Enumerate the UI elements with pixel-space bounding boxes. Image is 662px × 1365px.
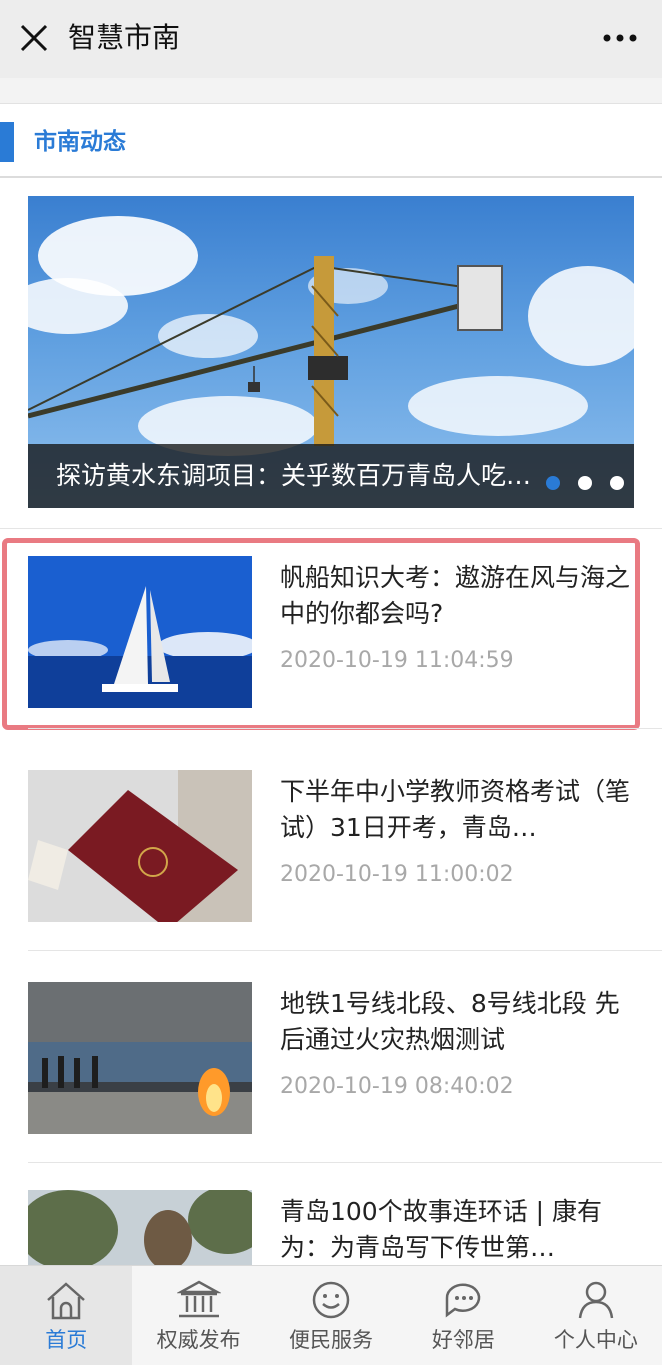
- banner-caption: 探访黄水东调项目：关乎数百万青岛人吃…: [56, 461, 532, 490]
- tab-profile[interactable]: 个人中心: [530, 1266, 662, 1365]
- tab-services[interactable]: 便民服务: [265, 1266, 397, 1365]
- page-title: 智慧市南: [68, 21, 181, 54]
- tab-label: 便民服务: [289, 1328, 374, 1352]
- carousel-dots: [546, 476, 624, 490]
- news-item[interactable]: 下半年中小学教师资格考试（笔试）31日开考，青岛… 2020-10-19 11:…: [0, 728, 662, 960]
- news-item[interactable]: 地铁1号线北段、8号线北段 先后通过火灾热烟测试 2020-10-19 08:4…: [0, 950, 662, 1172]
- tab-label: 权威发布: [156, 1328, 241, 1352]
- news-title[interactable]: 青岛100个故事连环话 | 康有为：为青岛写下传世第…: [280, 1194, 640, 1266]
- news-time: 2020-10-19 08:40:02: [280, 1074, 514, 1099]
- chat-icon: [446, 1283, 481, 1318]
- banner-carousel[interactable]: 探访黄水东调项目：关乎数百万青岛人吃…: [28, 196, 634, 508]
- section-title: 市南动态: [34, 129, 126, 155]
- tab-label: 好邻居: [431, 1328, 495, 1352]
- carousel-dot[interactable]: [578, 476, 592, 490]
- selection-highlight: [2, 538, 640, 730]
- tab-announcements[interactable]: 权威发布: [132, 1266, 264, 1365]
- news-title[interactable]: 地铁1号线北段、8号线北段 先后通过火灾热烟测试: [280, 986, 640, 1058]
- divider: [0, 528, 662, 529]
- news-title[interactable]: 下半年中小学教师资格考试（笔试）31日开考，青岛…: [280, 774, 640, 846]
- smile-icon: [312, 1281, 350, 1319]
- tab-label: 首页: [45, 1328, 88, 1352]
- tab-label: 个人中心: [553, 1328, 638, 1352]
- news-time: 2020-10-19 11:00:02: [280, 862, 514, 887]
- more-icon[interactable]: [600, 24, 640, 52]
- divider: [28, 950, 662, 951]
- section-header: 市南动态: [0, 104, 662, 178]
- fire-test-photo: [28, 982, 252, 1134]
- close-icon[interactable]: [14, 18, 54, 58]
- certificate-photo: [28, 770, 252, 922]
- divider: [28, 1162, 662, 1163]
- header-spacer: [0, 78, 662, 104]
- tab-home[interactable]: 首页: [0, 1266, 133, 1365]
- section-accent-bar: [0, 122, 14, 162]
- tab-neighbors[interactable]: 好邻居: [397, 1266, 529, 1365]
- building-icon: [176, 1280, 221, 1318]
- divider: [28, 728, 662, 729]
- home-icon: [47, 1282, 86, 1320]
- carousel-dot[interactable]: [546, 476, 560, 490]
- person-icon: [578, 1281, 614, 1319]
- bottom-tab-bar: 首页 权威发布 便民服务 好邻居 个人中心: [0, 1265, 662, 1365]
- title-bar: 智慧市南: [0, 0, 662, 78]
- carousel-dot[interactable]: [610, 476, 624, 490]
